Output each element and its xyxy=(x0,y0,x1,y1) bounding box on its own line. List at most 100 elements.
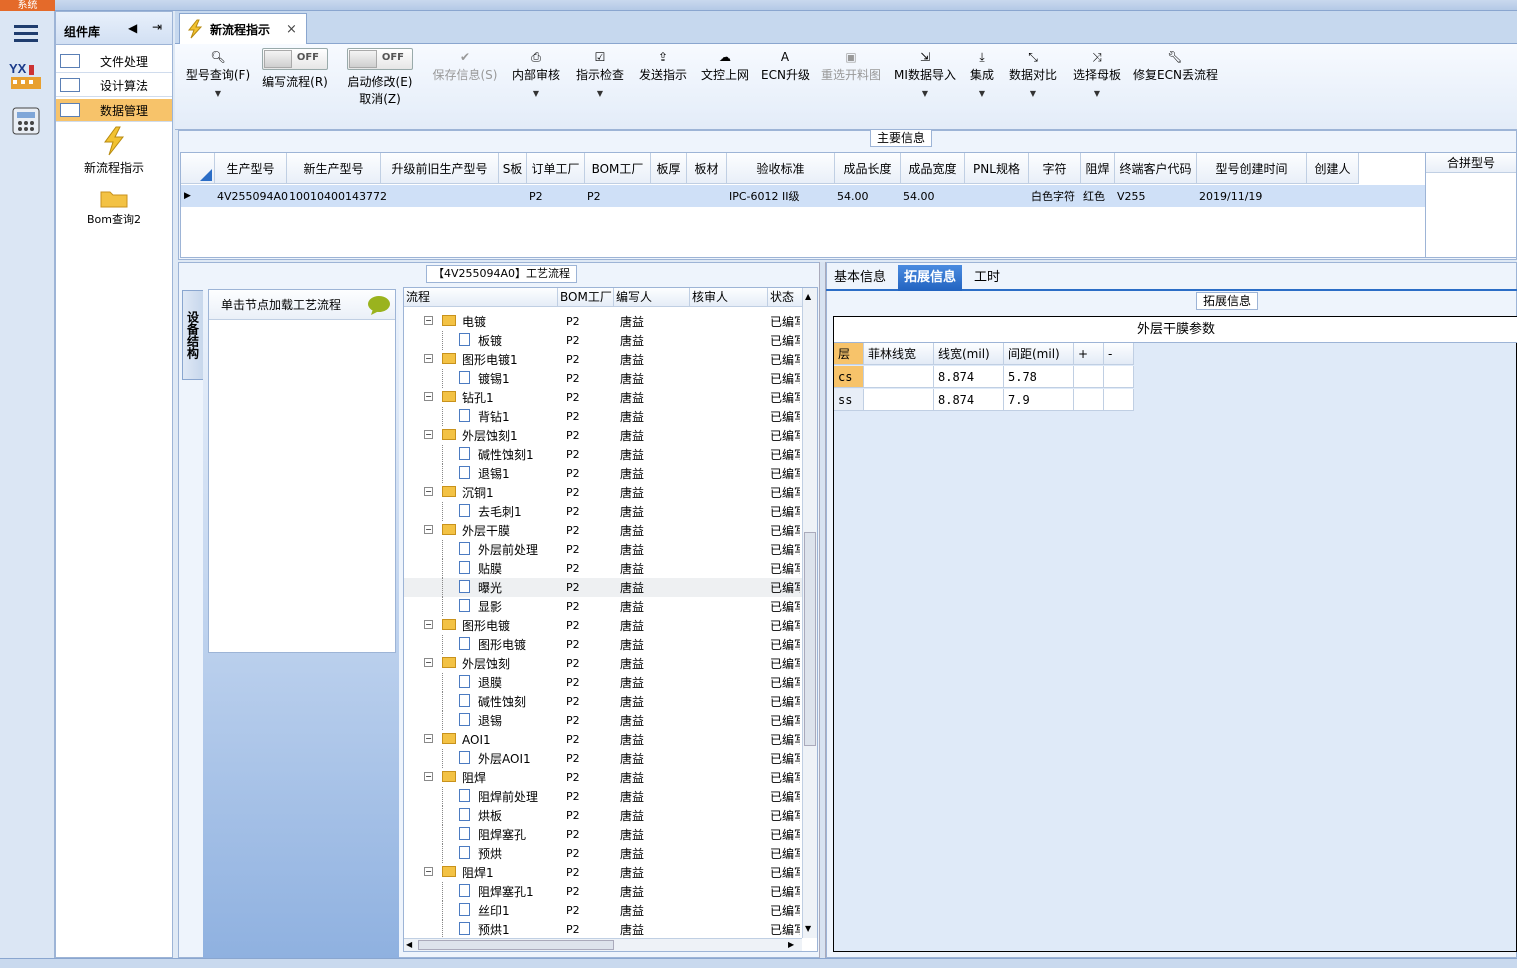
vertical-splitter[interactable] xyxy=(819,262,826,958)
param-cell[interactable]: 8.874 xyxy=(934,389,1004,411)
column-header[interactable]: 新生产型号 xyxy=(287,153,381,184)
tree-row[interactable]: 退膜 P2 唐益 已编写 xyxy=(404,673,804,692)
edit-flow-toggle[interactable]: OFF xyxy=(262,48,328,70)
tree-column-header[interactable]: 状态 xyxy=(768,288,804,307)
column-header[interactable]: 升级前旧生产型号 xyxy=(381,153,499,184)
scroll-right-icon[interactable]: ▶ xyxy=(788,940,794,949)
tab-basic-info[interactable]: 基本信息 xyxy=(828,265,892,291)
scroll-left-icon[interactable]: ◀ xyxy=(406,940,412,949)
menu-file-processing[interactable]: 文件处理 xyxy=(56,50,172,73)
tree-row[interactable]: 碱性蚀刻 P2 唐益 已编写 xyxy=(404,692,804,711)
column-header[interactable]: 验收标准 xyxy=(727,153,835,184)
tree-row[interactable]: −外层蚀刻P2唐益已编写 xyxy=(404,654,804,673)
tree-row[interactable]: 阻焊前处理 P2 唐益 已编写 xyxy=(404,787,804,806)
tool-new-flow[interactable]: 新流程指示 xyxy=(56,126,172,176)
tree-row[interactable]: 退锡 P2 唐益 已编写 xyxy=(404,711,804,730)
tree-row[interactable]: −图形电镀P2唐益已编写 xyxy=(404,616,804,635)
tree-row[interactable]: −外层蚀刻1P2唐益已编写 xyxy=(404,426,804,445)
param-cell[interactable] xyxy=(1104,389,1134,411)
tree-row[interactable]: 阻焊塞孔1 P2 唐益 已编写 xyxy=(404,882,804,901)
internal-review-button[interactable]: ⎙ 内部审核 ▼ xyxy=(510,48,562,128)
menu-data-management[interactable]: 数据管理 xyxy=(56,99,172,122)
send-indicate-button[interactable]: ⇪ 发送指示 xyxy=(637,48,689,128)
scroll-thumb[interactable] xyxy=(418,940,614,950)
param-cell[interactable] xyxy=(1074,389,1104,411)
tree-row[interactable]: 阻焊塞孔 P2 唐益 已编写 xyxy=(404,825,804,844)
tree-column-header[interactable]: 核审人 xyxy=(690,288,768,307)
column-header[interactable]: 阻焊 xyxy=(1081,153,1115,184)
column-header[interactable]: 订单工厂 xyxy=(527,153,585,184)
param-cell[interactable]: 7.9 xyxy=(1004,389,1074,411)
param-cell[interactable] xyxy=(1104,366,1134,388)
integrate-button[interactable]: ⤓ 集成 ▼ xyxy=(967,48,997,128)
column-header[interactable]: S板 xyxy=(499,153,527,184)
tree-vertical-scrollbar[interactable]: ▲ ▼ xyxy=(802,288,817,938)
reselect-cutting-button[interactable]: ▣ 重选开料图 xyxy=(819,48,883,128)
scroll-thumb[interactable] xyxy=(804,532,816,746)
column-header[interactable]: 型号创建时间 xyxy=(1197,153,1307,184)
column-header[interactable]: PNL规格 xyxy=(965,153,1029,184)
column-header[interactable]: 成品宽度 xyxy=(901,153,965,184)
param-cell[interactable]: cs xyxy=(834,366,864,388)
column-header[interactable]: 字符 xyxy=(1029,153,1081,184)
data-compare-button[interactable]: ⤡ 数据对比 ▼ xyxy=(1007,48,1059,128)
column-header[interactable]: 成品长度 xyxy=(835,153,901,184)
model-query-button[interactable]: 🔍︎ 型号查询(F) ▼ xyxy=(183,48,253,128)
tree-row[interactable]: 预烘1 P2 唐益 已编写 xyxy=(404,920,804,939)
param-cell[interactable] xyxy=(1074,366,1104,388)
tree-row[interactable]: 外层AOI1 P2 唐益 已编写 xyxy=(404,749,804,768)
save-info-button[interactable]: ✔ 保存信息(S) xyxy=(430,48,500,128)
tree-row[interactable]: −AOI1P2唐益已编写 xyxy=(404,730,804,749)
factory-logo-icon[interactable]: YX xyxy=(6,57,46,93)
select-mother-board-button[interactable]: ⤨ 选择母板 ▼ xyxy=(1071,48,1123,128)
tab-new-flow[interactable]: 新流程指示 × xyxy=(179,13,307,44)
cancel-label[interactable]: 取消(Z) xyxy=(345,90,415,107)
tree-horizontal-scrollbar[interactable]: ◀ ▶ xyxy=(404,938,802,951)
start-modify-toggle[interactable]: OFF xyxy=(347,48,413,70)
tree-row[interactable]: 丝印1 P2 唐益 已编写 xyxy=(404,901,804,920)
start-modify-button[interactable]: OFF 启动修改(E) 取消(Z) xyxy=(345,48,415,128)
tab-work-hours[interactable]: 工时 xyxy=(968,265,1006,291)
tree-row[interactable]: −图形电镀1P2唐益已编写 xyxy=(404,350,804,369)
tree-row[interactable]: 预烘 P2 唐益 已编写 xyxy=(404,844,804,863)
tree-row[interactable]: 曝光 P2 唐益 已编写 xyxy=(404,578,804,597)
tree-column-header[interactable]: BOM工厂 xyxy=(558,288,614,307)
pin-panel-icon[interactable]: ⇥ xyxy=(152,20,162,34)
tree-row[interactable]: 背钻1 P2 唐益 已编写 xyxy=(404,407,804,426)
hamburger-menu-icon[interactable] xyxy=(6,15,46,51)
column-header[interactable]: 板厚 xyxy=(651,153,687,184)
param-cell[interactable] xyxy=(864,366,934,388)
tree-row[interactable]: 碱性蚀刻1 P2 唐益 已编写 xyxy=(404,445,804,464)
scroll-up-icon[interactable]: ▲ xyxy=(805,292,811,301)
tree-row[interactable]: 镀锡1 P2 唐益 已编写 xyxy=(404,369,804,388)
system-button[interactable]: 系统 xyxy=(0,0,55,11)
load-flow-hint[interactable]: 单击节点加载工艺流程 xyxy=(209,290,395,320)
doc-upload-button[interactable]: ☁ 文控上网 xyxy=(699,48,751,128)
column-header[interactable]: 终端客户代码 xyxy=(1115,153,1197,184)
tree-column-header[interactable]: 编写人 xyxy=(614,288,690,307)
calculator-icon[interactable] xyxy=(6,103,46,139)
tree-row[interactable]: −外层干膜P2唐益已编写 xyxy=(404,521,804,540)
tree-row[interactable]: 退锡1 P2 唐益 已编写 xyxy=(404,464,804,483)
param-cell[interactable]: ss xyxy=(834,389,864,411)
tree-row[interactable]: 贴膜 P2 唐益 已编写 xyxy=(404,559,804,578)
tree-row[interactable]: −沉铜1P2唐益已编写 xyxy=(404,483,804,502)
column-header[interactable]: 创建人 xyxy=(1307,153,1359,184)
param-column-header[interactable]: - xyxy=(1104,343,1134,365)
tree-column-header[interactable]: 流程 xyxy=(404,288,558,307)
tree-row[interactable]: −阻焊P2唐益已编写 xyxy=(404,768,804,787)
close-tab-icon[interactable]: × xyxy=(286,22,297,37)
collapse-left-icon[interactable]: ◀ xyxy=(128,21,137,35)
side-tab-equipment[interactable]: 设备结构 xyxy=(182,290,204,380)
ecn-upgrade-button[interactable]: A ECN升级 xyxy=(761,48,810,128)
param-cell[interactable] xyxy=(864,389,934,411)
tab-extended-info[interactable]: 拓展信息 xyxy=(898,265,963,291)
tree-row[interactable]: 外层前处理 P2 唐益 已编写 xyxy=(404,540,804,559)
tree-row[interactable]: 去毛刺1 P2 唐益 已编写 xyxy=(404,502,804,521)
edit-flow-button[interactable]: OFF 编写流程(R) xyxy=(260,48,330,128)
column-header[interactable]: 生产型号 xyxy=(215,153,287,184)
tree-row[interactable]: −阻焊1P2唐益已编写 xyxy=(404,863,804,882)
tree-row[interactable]: 显影 P2 唐益 已编写 xyxy=(404,597,804,616)
menu-design-algorithm[interactable]: 设计算法 xyxy=(56,74,172,97)
tree-row[interactable]: −电镀P2唐益已编写 xyxy=(404,312,804,331)
